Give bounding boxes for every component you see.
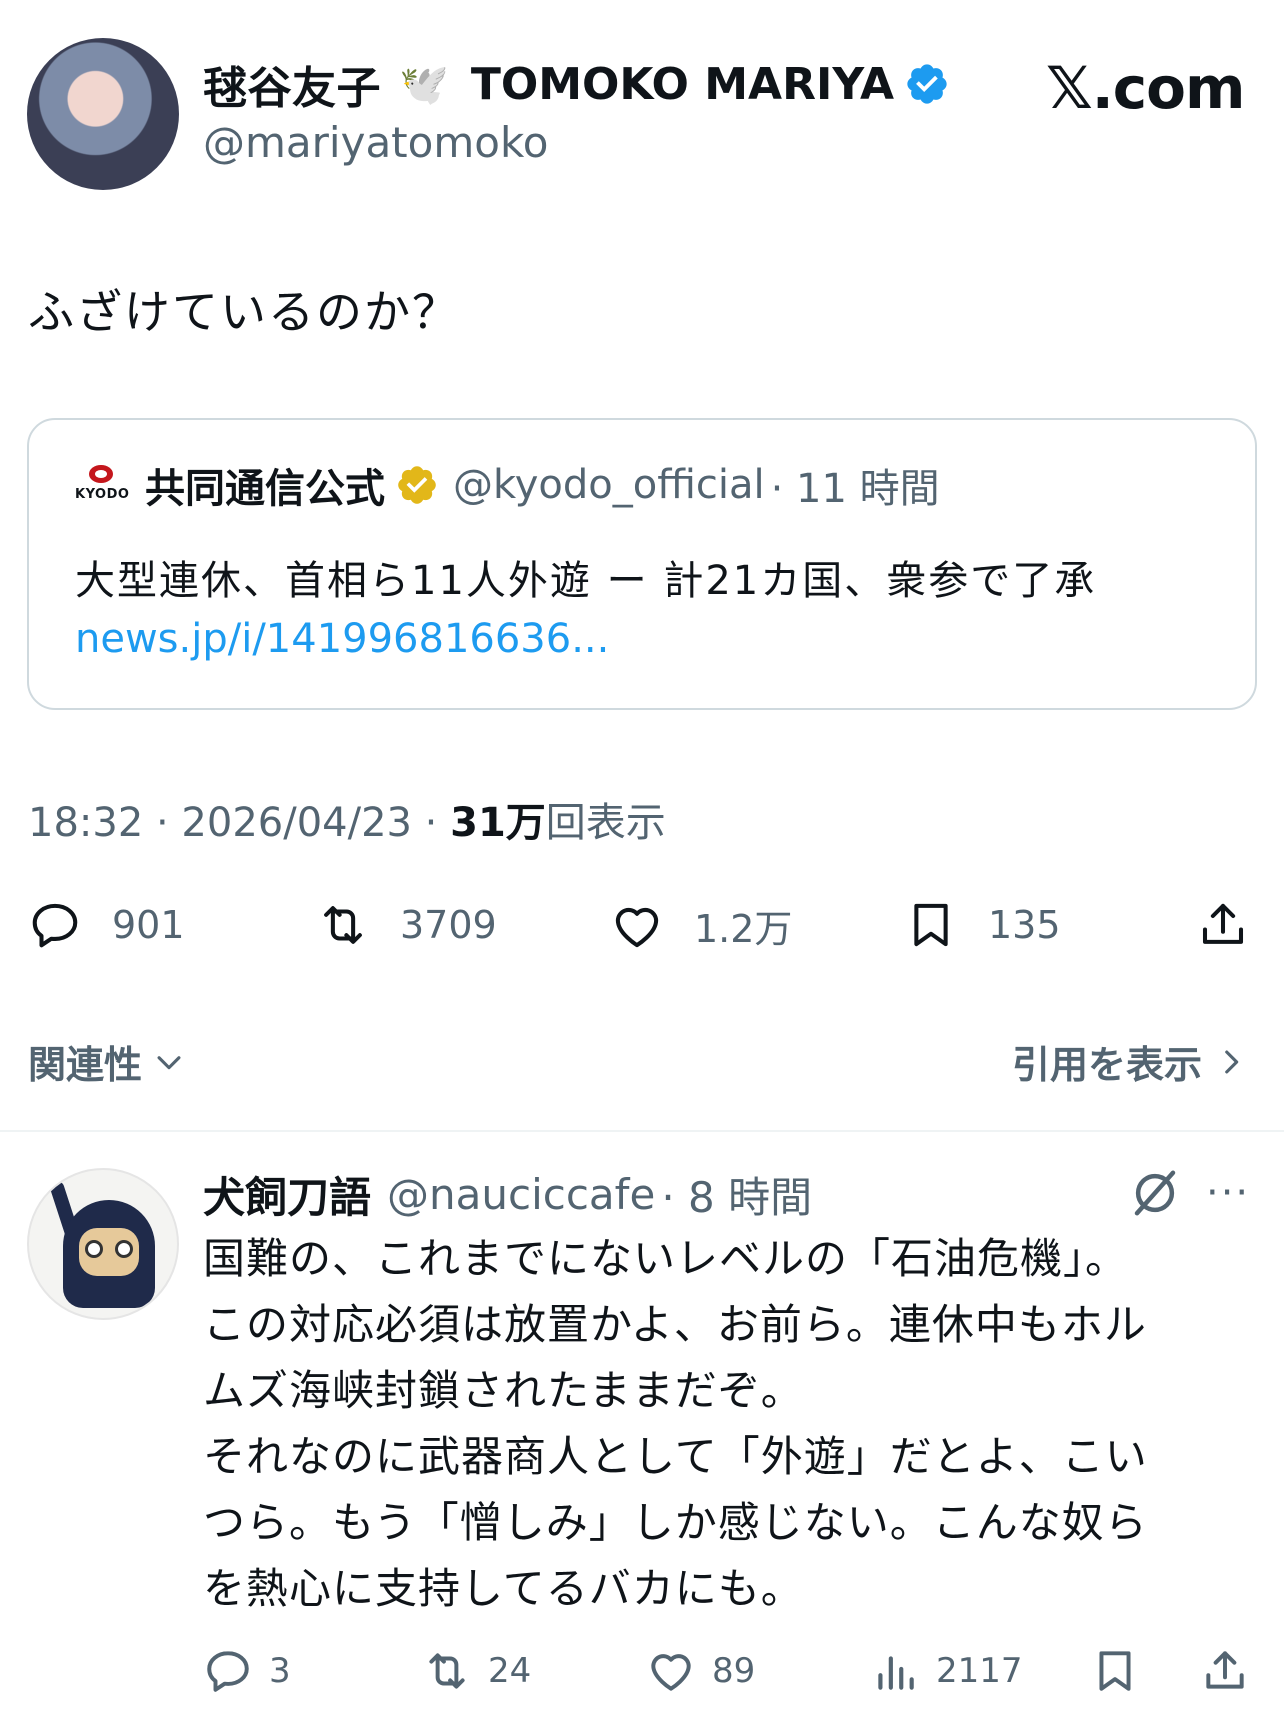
bookmark-count: 135 xyxy=(988,903,1061,947)
tweet-text: ふざけているのか？ xyxy=(28,285,460,339)
reply-icon xyxy=(32,903,78,948)
reply-header: 犬飼刀語 @nauciccafe · 8 時間 xyxy=(203,1166,812,1222)
views-label: 回表示 xyxy=(545,800,666,846)
quoted-tweet-header: KYODO 共同通信公式 @kyodo_official · 11 時間 xyxy=(75,460,940,512)
reply-like-count: 89 xyxy=(712,1651,756,1691)
reply-time: · 8 時間 xyxy=(661,1172,813,1222)
chevron-right-icon xyxy=(1225,1050,1239,1073)
reply-reply-count: 3 xyxy=(269,1651,291,1691)
reply-author-handle[interactable]: @nauciccafe xyxy=(387,1170,655,1219)
bookmark-button[interactable]: 135 xyxy=(904,898,1061,952)
quoted-tweet-text: 大型連休、首相ら11人外遊 ー 計21カ国、衆参で了承 xyxy=(75,558,1097,604)
quoted-tweet-card[interactable]: KYODO 共同通信公式 @kyodo_official · 11 時間 大型連… xyxy=(27,418,1257,710)
reply-text-line: 国難の、これまでにないレベルの「石油危機」。 xyxy=(203,1234,1129,1283)
share-icon xyxy=(1206,1651,1244,1689)
sort-label: 関連性 xyxy=(28,1043,143,1087)
author-name-row: 毬谷友子 🕊️ TOMOKO MARIYA xyxy=(203,52,950,116)
reply-icon xyxy=(207,1651,249,1692)
quoted-author-name: 共同通信公式 xyxy=(145,466,385,512)
reply-author-avatar[interactable] xyxy=(27,1168,179,1320)
kyodo-logo-icon: KYODO xyxy=(75,465,130,505)
reply-text: 国難の、これまでにないレベルの「石油危機」。 この対応必須は放置かよ、お前ら。連… xyxy=(203,1226,1263,1622)
heart-icon xyxy=(651,1654,691,1691)
quoted-tweet-link[interactable]: news.jp/i/141996816636... xyxy=(75,616,609,662)
chevron-down-icon xyxy=(157,1055,181,1069)
section-divider xyxy=(0,1130,1284,1132)
dove-emoji: 🕊️ xyxy=(399,61,449,108)
tweet-time: 18:32 · 2026/04/23 · xyxy=(28,800,438,846)
bookmark-icon xyxy=(914,903,948,947)
retweet-icon xyxy=(429,1653,465,1689)
reply-share-button[interactable] xyxy=(1200,1646,1250,1696)
author-display-name[interactable]: 毬谷友子 xyxy=(203,52,381,116)
author-avatar[interactable] xyxy=(27,38,179,190)
reply-text-line: つら。もう「憎しみ」しか感じない。こんな奴ら xyxy=(203,1498,1148,1547)
reply-retweet-count: 24 xyxy=(488,1651,532,1691)
retweet-icon xyxy=(324,906,362,944)
heart-icon xyxy=(615,907,659,947)
author-handle[interactable]: @mariyatomoko xyxy=(203,118,548,167)
more-options-icon[interactable]: ··· xyxy=(1206,1170,1250,1216)
reply-bookmark-button[interactable] xyxy=(1090,1646,1140,1696)
reply-button[interactable]: 901 xyxy=(28,898,185,952)
reply-count: 901 xyxy=(112,903,185,947)
quoted-author-handle: @kyodo_official xyxy=(453,462,765,508)
grok-icon[interactable] xyxy=(1128,1166,1182,1220)
tweet-timestamp: 18:32 · 2026/04/23 · 31万回表示 xyxy=(28,790,666,848)
reply-text-line: この対応必須は放置かよ、お前ら。連休中もホル xyxy=(203,1300,1147,1349)
views-count: 31万 xyxy=(450,800,546,846)
reply-views-count: 2117 xyxy=(936,1651,1023,1691)
reply-text-line: を熱心に支持してるバカにも。 xyxy=(203,1564,804,1613)
share-button[interactable] xyxy=(1196,898,1250,952)
quoted-tweet-time: · 11 時間 xyxy=(770,466,940,512)
reply-reply-button[interactable]: 3 xyxy=(203,1646,291,1696)
reply-like-button[interactable]: 89 xyxy=(646,1646,755,1696)
reply-author-name[interactable]: 犬飼刀語 xyxy=(203,1164,371,1225)
like-count: 1.2万 xyxy=(694,907,793,951)
verified-badge-icon xyxy=(907,64,947,104)
author-latin-name[interactable]: TOMOKO MARIYA xyxy=(471,59,894,110)
gold-verified-badge-icon xyxy=(398,466,436,504)
reply-views-button[interactable]: 2117 xyxy=(870,1646,1023,1696)
bookmark-icon xyxy=(1099,1651,1131,1691)
views-chart-icon xyxy=(878,1656,914,1690)
like-button[interactable]: 1.2万 xyxy=(610,898,792,953)
view-quotes-link[interactable]: 引用を表示 xyxy=(1012,1034,1248,1089)
view-quotes-label: 引用を表示 xyxy=(1012,1043,1203,1087)
reply-text-line: それなのに武器商人として「外遊」だとよ、こい xyxy=(203,1432,1148,1481)
reply-text-line: ムズ海峡封鎖されたままだぞ。 xyxy=(203,1366,804,1415)
share-icon xyxy=(1202,903,1244,944)
sort-relevance-dropdown[interactable]: 関連性 xyxy=(28,1034,186,1089)
x-com-logo: 𝕏.com xyxy=(1046,54,1245,122)
kyodo-logo-text: KYODO xyxy=(75,487,130,502)
retweet-count: 3709 xyxy=(400,903,497,947)
reply-retweet-button[interactable]: 24 xyxy=(422,1646,531,1696)
retweet-button[interactable]: 3709 xyxy=(316,898,497,952)
